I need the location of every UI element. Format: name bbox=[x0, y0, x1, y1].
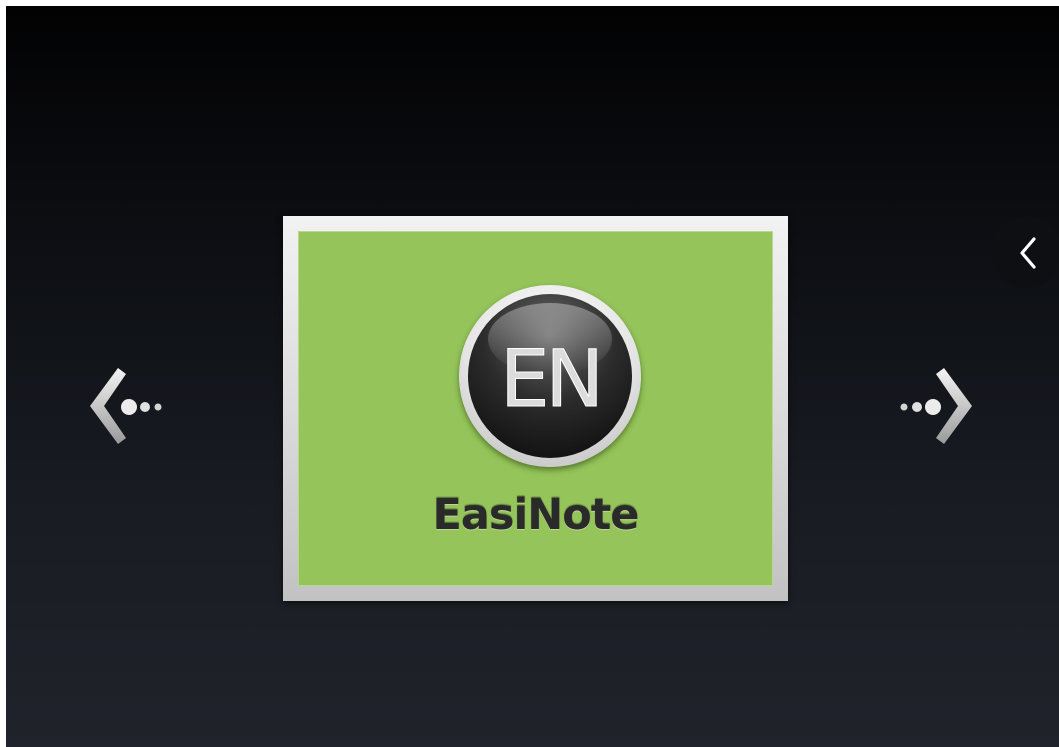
chevron-left-icon bbox=[1020, 237, 1036, 269]
next-app-button[interactable] bbox=[888, 366, 988, 446]
previous-app-button[interactable] bbox=[82, 366, 182, 446]
back-button[interactable] bbox=[991, 216, 1059, 288]
easinote-logo-icon: EN bbox=[488, 303, 612, 426]
app-tile-easinote[interactable]: EN EasiNote bbox=[283, 216, 788, 601]
logo-text: EN bbox=[500, 335, 600, 425]
app-tile-background: EN EasiNote bbox=[298, 231, 773, 586]
app-logo: EN bbox=[459, 285, 641, 467]
carousel-screen: EN EasiNote bbox=[6, 6, 1059, 747]
arrow-right-dots-icon bbox=[900, 368, 972, 444]
arrow-left-dots-icon bbox=[90, 368, 162, 444]
app-name-label: EasiNote bbox=[432, 490, 640, 540]
